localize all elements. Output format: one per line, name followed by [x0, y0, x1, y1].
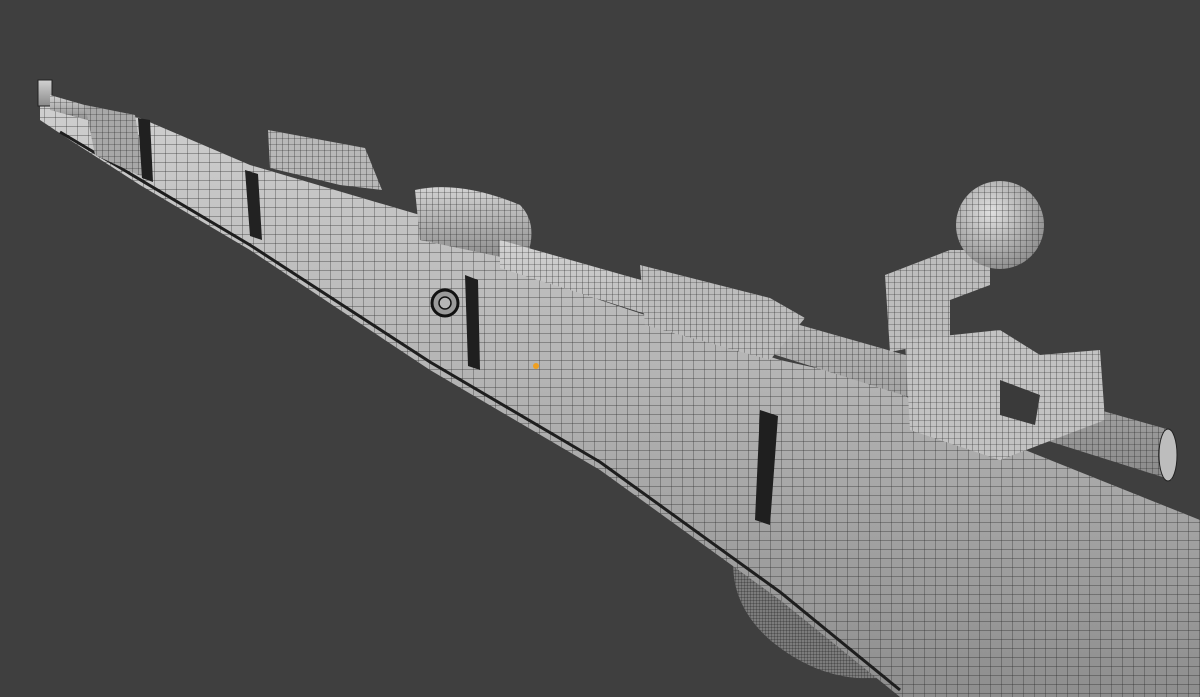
bolt-handle-knob[interactable]	[956, 181, 1044, 269]
viewport-canvas[interactable]	[0, 0, 1200, 697]
3d-viewport[interactable]	[0, 0, 1200, 697]
sling-swivel[interactable]	[430, 288, 460, 318]
selected-vertex[interactable]	[533, 363, 539, 369]
